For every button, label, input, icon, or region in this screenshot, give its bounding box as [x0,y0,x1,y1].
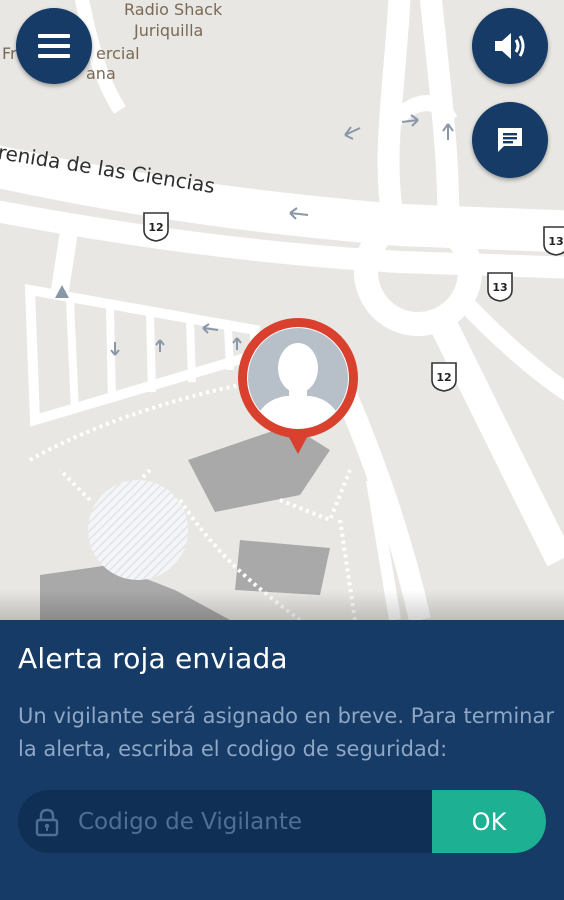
security-code-input[interactable] [74,790,434,853]
sound-button[interactable] [472,8,548,84]
alert-title: Alerta roja enviada [18,642,288,675]
alert-panel: Alerta roja enviada Un vigilante será as… [0,620,564,900]
security-code-form: OK [18,790,546,853]
ok-button[interactable]: OK [432,790,546,853]
user-location-marker[interactable] [236,316,360,458]
map-view[interactable]: 12 13 13 12 Radio Shack Juriquilla Fr er… [0,0,564,623]
map-label-poi: ana [86,64,116,83]
chat-bubble-icon [498,128,522,152]
hamburger-menu-icon [38,34,70,58]
menu-button[interactable] [16,8,92,84]
route-shield: 12 [431,362,457,392]
route-shield: 13 [543,226,564,256]
route-shield-number: 12 [148,221,164,234]
speaker-icon [495,33,525,59]
route-shield: 13 [487,272,513,302]
route-shield: 12 [143,212,169,242]
map-label-poi: ercial [96,44,140,63]
alert-message: Un vigilante será asignado en breve. Par… [18,704,554,761]
map-label-poi: Juriquilla [134,21,204,40]
lock-icon [35,808,59,837]
route-shield-number: 13 [492,281,508,294]
panel-shadow [0,590,564,620]
building [235,540,330,595]
route-shield-number: 12 [436,371,452,384]
chat-button[interactable] [472,102,548,178]
route-shield-number: 13 [548,235,564,248]
map-canvas[interactable] [0,0,564,623]
map-label-poi: Fr [2,44,17,63]
map-label-poi: Radio Shack [124,0,223,19]
hatched-area [88,480,188,580]
